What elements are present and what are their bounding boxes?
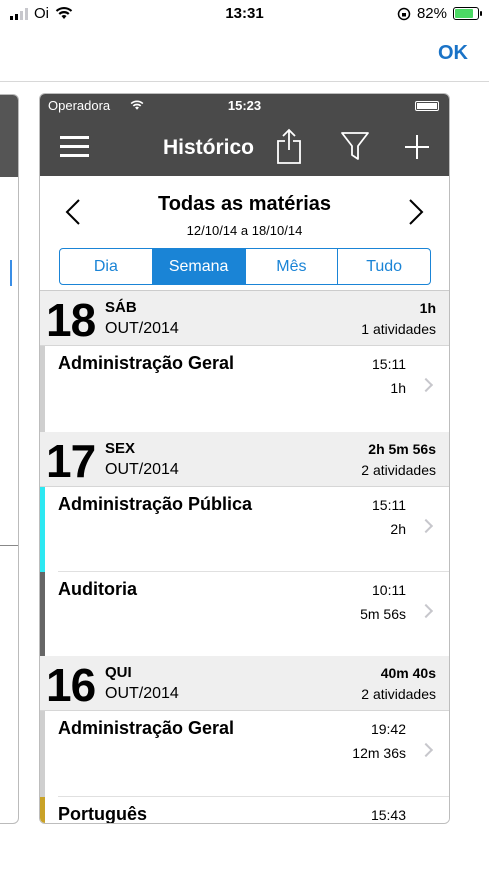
nav-bar: Histórico [40,118,449,176]
duration: 2h [390,521,406,537]
subject-color-bar [40,346,45,432]
orientation-lock-icon [397,7,411,20]
battery-icon [453,7,482,20]
outer-header: OK [0,30,489,82]
activity-row[interactable]: Administração Geral 15:11 1h [40,346,449,432]
disclosure-arrow-icon [418,377,434,393]
disclosure-arrow-icon [418,603,434,619]
previous-card-preview[interactable] [0,94,19,824]
activity-count: 2 atividades [361,462,436,478]
segment-tudo[interactable]: Tudo [338,249,430,284]
duration: 5m 56s [360,606,406,622]
day-of-week: SEX [105,440,136,457]
subject-name: Administração Geral [58,718,235,738]
duration: 12m 36s [352,745,406,761]
month-year: OUT/2014 [105,685,179,702]
menu-icon[interactable] [60,136,89,158]
start-time: 15:11 [372,497,406,513]
month-year: OUT/2014 [105,320,179,337]
start-time: 10:11 [372,582,406,598]
segment-dia[interactable]: Dia [60,249,153,284]
filter-icon[interactable] [340,130,370,162]
start-time: 15:43 [370,807,406,823]
disclosure-arrow-icon [418,518,434,534]
inner-status-bar: Operadora 15:23 [40,94,449,118]
screenshot-card: Operadora 15:23 Histórico Todas as matér… [39,93,450,824]
add-icon[interactable] [404,134,430,160]
duration: 1h [390,380,406,396]
ok-button[interactable]: OK [438,42,468,65]
day-header: 17 SEX OUT/2014 2h 5m 56s 2 atividades [40,432,449,487]
day-total: 2h 5m 56s [368,441,436,457]
day-number: 18 [46,294,96,346]
filter-area: Todas as matérias 12/10/14 a 18/10/14 Di… [40,176,449,291]
day-number: 17 [46,435,96,487]
activity-row[interactable]: Administração Geral 19:42 12m 36s [40,711,449,797]
subject-name: Administração Geral [58,353,235,373]
date-range: 12/10/14 a 18/10/14 [186,223,303,238]
activity-row[interactable]: Português 15:43 [40,797,449,824]
month-year: OUT/2014 [105,461,179,478]
subject-name: Auditoria [58,579,137,599]
start-time: 15:11 [372,356,406,372]
chevron-right-icon[interactable] [408,198,424,226]
day-of-week: QUI [105,664,132,681]
subject-title[interactable]: Todas as matérias [40,193,449,216]
start-time: 19:42 [370,721,406,737]
day-header: 16 QUI OUT/2014 40m 40s 2 atividades [40,656,449,711]
inner-battery-icon [415,101,439,111]
segment-mes[interactable]: Mês [246,249,339,284]
disclosure-arrow-icon [418,742,434,758]
subject-color-bar [40,797,45,823]
subject-color-bar [40,487,45,572]
day-total: 1h [419,300,436,316]
subject-name: Português [58,804,148,824]
day-of-week: SÁB [105,299,137,316]
day-header: 18 SÁB OUT/2014 1h 1 atividades [40,291,449,346]
share-icon[interactable] [276,128,302,166]
segment-semana[interactable]: Semana [152,249,246,284]
subject-color-bar [40,711,45,797]
activity-count: 2 atividades [361,686,436,702]
subject-color-bar [40,572,45,656]
day-number: 16 [46,659,96,711]
period-segmented-control: Dia Semana Mês Tudo [59,248,431,285]
nav-title: Histórico [163,136,255,159]
subject-name: Administração Pública [58,494,253,514]
activity-count: 1 atividades [361,321,436,337]
inner-clock: 15:23 [227,98,262,113]
status-bar: Oi 13:31 82% [0,0,489,30]
battery-percent: 82% [416,5,447,22]
activity-row[interactable]: Administração Pública 15:11 2h [40,487,449,572]
status-right: 82% [397,5,482,22]
activity-row[interactable]: Auditoria 10:11 5m 56s [40,572,449,656]
day-total: 40m 40s [380,665,436,681]
